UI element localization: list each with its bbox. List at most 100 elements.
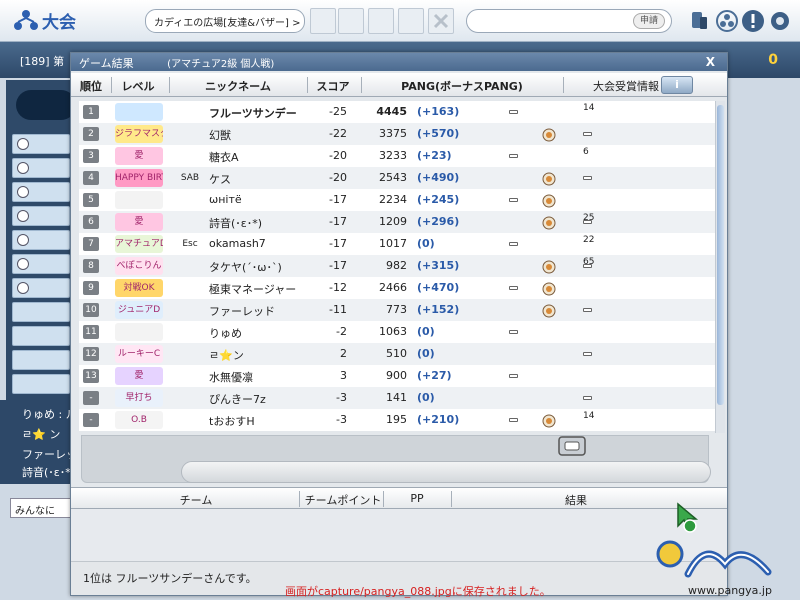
pang-value: 1063 [379,325,407,338]
item-box-icon[interactable] [557,433,587,457]
pang-value: 2234 [379,193,407,206]
bonus-pang-value: (+23) [417,149,452,162]
col-divider [451,491,452,507]
player-slot-7[interactable] [12,278,70,298]
empty-slot[interactable] [12,350,70,370]
horizontal-scrollbar[interactable] [181,461,711,483]
bonus-pang-value: (+210) [417,413,460,426]
player-icon [35,257,49,271]
bonus-pang-value: (0) [417,237,435,250]
player-slot-4[interactable] [12,206,70,226]
slot-1-icon[interactable] [310,8,336,34]
col-divider [563,77,564,93]
empty-slot[interactable] [12,302,70,322]
player-slot-5[interactable] [12,230,70,250]
medal-icon [542,128,556,142]
level-badge: べぽこりん [115,257,163,275]
minus-icon [509,110,518,114]
table-row[interactable]: 2 ジラフマスター 幻獣 -22 3375 (+570) [79,123,715,145]
player-icon [35,209,49,223]
col-team-points: チームポイント [304,494,382,507]
bonus-pang-value: (+470) [417,281,460,294]
guild-emblem: SAB [180,173,200,183]
award-count: 14 [583,411,595,421]
table-row[interactable]: 3 愛 糖衣A -20 3233 (+23) 6 [79,145,715,167]
guild-emblem [179,411,201,429]
pang-value: 2543 [379,171,407,184]
table-row[interactable]: 8 べぽこりん タケヤ(´･ω･`) -17 982 (+315) 65 [79,255,715,277]
info-icon[interactable] [740,8,766,34]
left-oval-slot [16,90,76,120]
award-count: 25 [583,213,595,223]
guild-emblem [179,389,201,407]
nickname: ケス [209,173,231,186]
network-icon[interactable] [714,8,740,34]
player-slot-6[interactable] [12,254,70,274]
table-row[interactable]: 7 アマチュアD Esc okamash7 -17 1017 (0) 22 [79,233,715,255]
slot-2-icon[interactable] [338,8,364,34]
slot-3-icon[interactable] [368,8,394,34]
table-row[interactable]: 4 HAPPY BIRTHDAY SAB ケス -20 2543 (+490) [79,167,715,189]
table-row[interactable]: 12 ルーキーC ㄹ⭐ン 2 510 (0) [79,343,715,365]
room-number: [189] 第 [20,55,65,68]
pang-value: 3233 [379,149,407,162]
top-bar: 大会 カディエの広場[友達&バザー] > お友達募集 申請 [0,0,800,42]
close-icon[interactable]: X [706,55,715,69]
table-row[interactable]: - O.B tおおすH -3 195 (+210) 14 [79,409,715,431]
brand-url: www.pangya.jp [688,584,772,597]
medal-icon [542,172,556,186]
table-row[interactable]: 11 りゅめ -2 1063 (0) [79,321,715,343]
award-info-button[interactable]: i [661,76,693,94]
vertical-scrollbar[interactable] [715,101,725,433]
device-icon[interactable] [686,8,712,34]
rank-badge: 6 [83,215,99,229]
pang-value: 510 [386,347,407,360]
table-row[interactable]: 5 ωнiтё -17 2234 (+245) [79,189,715,211]
table-row[interactable]: - 早打ち ぴんきー7z -3 141 (0) [79,387,715,409]
apply-button[interactable]: 申請 [632,13,665,29]
table-row[interactable]: 13 愛 水無優凛 3 900 (+27) [79,365,715,387]
player-slot-2[interactable] [12,158,70,178]
slot-close-icon[interactable] [428,8,454,34]
col-divider [111,77,112,93]
gear-icon[interactable] [767,8,793,34]
col-divider [361,77,362,93]
slot-4-icon[interactable] [398,8,424,34]
empty-slot[interactable] [12,326,70,346]
score-value: -22 [329,127,347,140]
pangya-logo-icon [656,540,772,578]
guild-emblem [179,345,201,363]
player-icon [35,137,49,151]
scrollbar-thumb[interactable] [717,105,724,405]
rank-badge: 13 [83,369,99,383]
table-row[interactable]: 6 愛 詩音(･ε･*) -17 1209 (+296) 25 [79,211,715,233]
guild-emblem [179,301,201,319]
player-slot-1[interactable] [12,134,70,154]
table-row[interactable]: 10 ジュニアD ファーレッド -11 773 (+152) [79,299,715,321]
medal-icon [542,414,556,428]
nickname: りゅめ [209,327,242,340]
score-value: -2 [336,325,347,338]
table-row[interactable]: 9 対戦OK 極東マネージャー -12 2466 (+470) [79,277,715,299]
score-value: 2 [340,347,347,360]
table-row[interactable]: 1 フルーツサンデー -25 4445 (+163) 14 [79,101,715,123]
breadcrumb[interactable]: カディエの広場[友達&バザー] > お友達募集 [145,9,305,33]
nickname: tおおすH [209,415,255,428]
score-value: -20 [329,171,347,184]
nickname: ぴんきー7z [209,393,266,406]
award-count [583,345,623,363]
search-input[interactable]: 申請 [466,9,672,33]
col-award-info: 大会受賞情報 [593,80,659,93]
score-value: -25 [329,105,347,118]
player-slot-3[interactable] [12,182,70,202]
empty-slot[interactable] [12,374,70,394]
level-badge: アマチュアD [115,235,163,253]
award-count [583,191,623,209]
col-nickname: ニックネーム [205,80,271,93]
chat-target-select[interactable]: みんなに [10,498,72,518]
guild-emblem [179,257,201,275]
col-result: 結果 [565,494,587,507]
dialog-title-bar: ゲーム結果 (アマチュア2級 個人戦) X [71,53,727,71]
pang-value: 195 [386,413,407,426]
guild-emblem: Esc [182,239,198,249]
